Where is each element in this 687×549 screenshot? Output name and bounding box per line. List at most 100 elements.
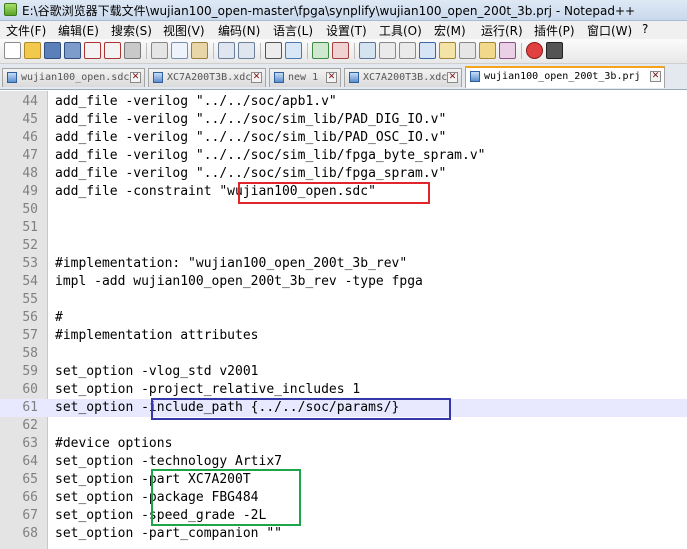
code-line[interactable]: 58	[0, 345, 687, 363]
close-tab-icon[interactable]: ✕	[650, 71, 661, 82]
line-text: add_file -verilog "../../soc/sim_lib/PAD…	[55, 112, 447, 127]
record-macro-icon[interactable]	[526, 42, 543, 59]
line-number: 60	[22, 382, 38, 397]
redo-icon[interactable]	[238, 42, 255, 59]
window-title: E:\谷歌浏览器下载文件\wujian100_open-master\fpga\…	[22, 4, 636, 18]
code-line[interactable]: 48 add_file -verilog "../../soc/sim_lib/f…	[0, 165, 687, 183]
find-icon[interactable]	[265, 42, 282, 59]
code-line[interactable]: 47 add_file -verilog "../../soc/sim_lib/f…	[0, 147, 687, 165]
menu-tools[interactable]: 工具(O)	[379, 22, 422, 39]
tab-xc7a200t3b-xdc-2[interactable]: XC7A200T3B.xdc ✕	[344, 68, 462, 87]
folder-workspace-icon[interactable]	[479, 42, 496, 59]
replace-icon[interactable]	[285, 42, 302, 59]
stop-record-icon[interactable]	[546, 42, 563, 59]
code-line[interactable]: 45 add_file -verilog "../../soc/sim_lib/P…	[0, 111, 687, 129]
close-icon[interactable]	[84, 42, 101, 59]
menu-edit[interactable]: 编辑(E)	[58, 22, 99, 39]
line-number: 67	[22, 508, 38, 523]
indent-guide-icon[interactable]	[419, 42, 436, 59]
tab-label: XC7A200T3B.xdc	[363, 72, 448, 83]
toolbar-separator	[146, 43, 147, 59]
line-number: 64	[22, 454, 38, 469]
close-tab-icon[interactable]: ✕	[447, 72, 458, 83]
code-line[interactable]: 55	[0, 291, 687, 309]
code-line[interactable]: 44 add_file -verilog "../../soc/apb1.v"	[0, 93, 687, 111]
line-text: add_file -verilog "../../soc/apb1.v"	[55, 94, 337, 109]
code-line[interactable]: 66 set_option -package FBG484	[0, 489, 687, 507]
code-line[interactable]: 56 #	[0, 309, 687, 327]
file-icon	[470, 71, 480, 82]
file-icon	[349, 72, 359, 83]
file-icon	[7, 72, 17, 83]
close-all-icon[interactable]	[104, 42, 121, 59]
code-line[interactable]: 49 add_file -constraint "wujian100_open.s…	[0, 183, 687, 201]
line-number: 45	[22, 112, 38, 127]
editor[interactable]: 44 add_file -verilog "../../soc/apb1.v" 45…	[0, 91, 687, 549]
wrap-icon[interactable]	[379, 42, 396, 59]
tab-label: wujian100_open_200t_3b.prj	[484, 71, 641, 82]
show-all-chars-icon[interactable]	[399, 42, 416, 59]
menu-bar: 文件(F) 编辑(E) 搜索(S) 视图(V) 编码(N) 语言(L) 设置(T…	[0, 21, 687, 39]
paste-icon[interactable]	[191, 42, 208, 59]
menu-file[interactable]: 文件(F)	[6, 22, 46, 39]
new-file-icon[interactable]	[4, 42, 21, 59]
print-icon[interactable]	[124, 42, 141, 59]
line-number: 48	[22, 166, 38, 181]
code-line[interactable]: 51	[0, 219, 687, 237]
code-line[interactable]: 46 add_file -verilog "../../soc/sim_lib/P…	[0, 129, 687, 147]
menu-macro[interactable]: 宏(M)	[434, 22, 466, 39]
doc-map-icon[interactable]	[439, 42, 456, 59]
code-line[interactable]: 67 set_option -speed_grade -2L	[0, 507, 687, 525]
code-line[interactable]: 61 set_option -include_path {../../soc/pa…	[0, 399, 687, 417]
toolbar-separator	[213, 43, 214, 59]
code-line[interactable]: 50	[0, 201, 687, 219]
menu-run[interactable]: 运行(R)	[481, 22, 523, 39]
menu-search[interactable]: 搜索(S)	[111, 22, 152, 39]
line-number: 51	[22, 220, 38, 235]
code-line[interactable]: 68 set_option -part_companion ""	[0, 525, 687, 543]
tab-wujian100-open-sdc[interactable]: wujian100_open.sdc ✕	[2, 68, 145, 87]
line-text: #implementation: "wujian100_open_200t_3b…	[55, 256, 408, 271]
save-icon[interactable]	[44, 42, 61, 59]
code-line[interactable]: 52	[0, 237, 687, 255]
menu-language[interactable]: 语言(L)	[273, 22, 313, 39]
tab-wujian100-open-200t-3b-prj[interactable]: wujian100_open_200t_3b.prj ✕	[465, 66, 665, 88]
open-file-icon[interactable]	[24, 42, 41, 59]
cut-icon[interactable]	[151, 42, 168, 59]
menu-help[interactable]: ?	[642, 22, 648, 36]
undo-icon[interactable]	[218, 42, 235, 59]
function-list-icon[interactable]	[459, 42, 476, 59]
line-number: 63	[22, 436, 38, 451]
menu-plugins[interactable]: 插件(P)	[534, 22, 575, 39]
code-line[interactable]: 64 set_option -technology Artix7	[0, 453, 687, 471]
notepad-plus-plus-icon	[4, 3, 17, 16]
line-number: 62	[22, 418, 38, 433]
zoom-in-icon[interactable]	[312, 42, 329, 59]
menu-view[interactable]: 视图(V)	[163, 22, 205, 39]
code-line[interactable]: 59 set_option -vlog_std v2001	[0, 363, 687, 381]
code-line[interactable]: 65 set_option -part XC7A200T	[0, 471, 687, 489]
sync-scroll-icon[interactable]	[359, 42, 376, 59]
menu-window[interactable]: 窗口(W)	[587, 22, 632, 39]
line-text: set_option -technology Artix7	[55, 454, 282, 469]
code-line[interactable]: 62	[0, 417, 687, 435]
close-tab-icon[interactable]: ✕	[251, 72, 262, 83]
line-number: 47	[22, 148, 38, 163]
copy-icon[interactable]	[171, 42, 188, 59]
close-tab-icon[interactable]: ✕	[130, 72, 141, 83]
code-line[interactable]: 57 #implementation attributes	[0, 327, 687, 345]
line-number: 52	[22, 238, 38, 253]
monitor-icon[interactable]	[499, 42, 516, 59]
menu-settings[interactable]: 设置(T)	[326, 22, 367, 39]
tab-xc7a200t3b-xdc[interactable]: XC7A200T3B.xdc ✕	[148, 68, 266, 87]
line-number: 65	[22, 472, 38, 487]
save-all-icon[interactable]	[64, 42, 81, 59]
code-line[interactable]: 53 #implementation: "wujian100_open_200t_…	[0, 255, 687, 273]
code-line[interactable]: 60 set_option -project_relative_includes …	[0, 381, 687, 399]
code-line[interactable]: 63 #device options	[0, 435, 687, 453]
menu-encoding[interactable]: 编码(N)	[218, 22, 260, 39]
tab-new-1[interactable]: new 1 ✕	[269, 68, 341, 87]
code-line[interactable]: 54 impl -add wujian100_open_200t_3b_rev -…	[0, 273, 687, 291]
zoom-out-icon[interactable]	[332, 42, 349, 59]
close-tab-icon[interactable]: ✕	[326, 72, 337, 83]
